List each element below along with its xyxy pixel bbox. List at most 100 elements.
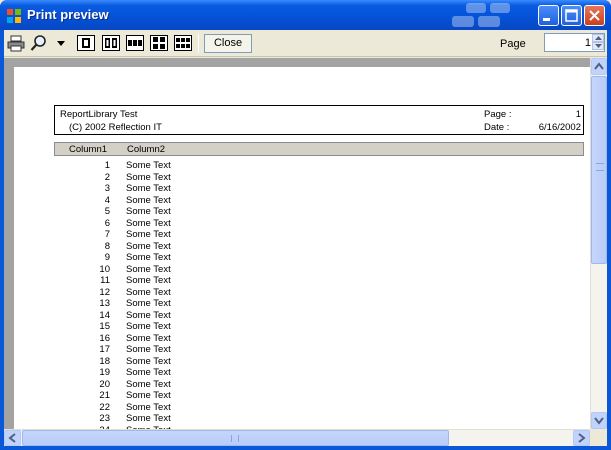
row-number: 13 — [99, 298, 110, 309]
table-row: 4 Some Text — [54, 195, 354, 207]
row-number: 9 — [104, 252, 110, 263]
preview-page: ReportLibrary Test (C) 2002 Reflection I… — [14, 67, 590, 429]
chevron-down-icon — [594, 417, 604, 425]
six-pages-icon[interactable] — [174, 35, 192, 51]
scroll-right-button[interactable] — [573, 430, 590, 446]
row-number: 11 — [100, 275, 110, 286]
row-number: 8 — [104, 240, 110, 252]
close-button[interactable]: Close — [204, 34, 252, 53]
preview-area[interactable]: ReportLibrary Test (C) 2002 Reflection I… — [4, 58, 607, 446]
scroll-down-button[interactable] — [591, 412, 607, 429]
row-text: Some Text — [126, 355, 171, 367]
vertical-scroll-thumb[interactable] — [591, 76, 607, 264]
table-row: 8 Some Text — [54, 241, 354, 253]
report-title: ReportLibrary Test — [60, 109, 138, 120]
maximize-button[interactable] — [561, 5, 582, 26]
row-text: Some Text — [126, 217, 171, 229]
toolbar-separator — [198, 34, 199, 53]
horizontal-scrollbar[interactable] — [4, 429, 590, 446]
vertical-scrollbar[interactable] — [590, 58, 607, 429]
page-number-input[interactable] — [547, 35, 591, 50]
windows-logo-decoration — [452, 3, 510, 27]
scrollbar-corner — [590, 429, 607, 446]
report-page-value: 1 — [575, 109, 581, 120]
three-pages-icon[interactable] — [126, 35, 144, 51]
row-number: 18 — [99, 355, 110, 367]
row-number: 1 — [104, 160, 110, 171]
scroll-left-button[interactable] — [4, 430, 21, 446]
row-text: Some Text — [126, 413, 171, 424]
row-number: 10 — [99, 263, 110, 275]
table-row: 9 Some Text — [54, 252, 354, 264]
page-stepper[interactable] — [544, 33, 605, 52]
grip-icon — [231, 435, 239, 442]
table-row: 7 Some Text — [54, 229, 354, 241]
row-number: 17 — [99, 344, 110, 355]
row-number: 22 — [99, 401, 110, 413]
chevron-left-icon — [8, 433, 16, 443]
two-pages-icon[interactable] — [102, 35, 120, 51]
row-number: 19 — [99, 367, 110, 378]
row-number: 16 — [99, 332, 110, 344]
row-number: 23 — [99, 413, 110, 424]
printer-icon[interactable] — [7, 34, 25, 53]
table-row: 20 Some Text — [54, 379, 354, 391]
table-row: 12 Some Text — [54, 287, 354, 299]
zoom-icon[interactable] — [30, 34, 48, 53]
app-icon — [7, 9, 21, 23]
chevron-down-icon — [595, 44, 602, 48]
row-text: Some Text — [126, 252, 171, 263]
row-text: Some Text — [126, 263, 171, 275]
table-row: 14 Some Text — [54, 310, 354, 322]
close-window-button[interactable] — [584, 5, 605, 26]
scroll-up-button[interactable] — [591, 58, 607, 75]
row-number: 4 — [104, 194, 110, 206]
row-text: Some Text — [126, 344, 171, 355]
four-pages-icon[interactable] — [150, 35, 168, 51]
table-row: 19 Some Text — [54, 367, 354, 379]
row-text: Some Text — [126, 378, 171, 390]
table-row: 5 Some Text — [54, 206, 354, 218]
table-row: 23 Some Text — [54, 413, 354, 425]
horizontal-scroll-thumb[interactable] — [22, 430, 449, 446]
table-row: 3 Some Text — [54, 183, 354, 195]
chevron-up-icon — [595, 36, 602, 40]
row-text: Some Text — [126, 321, 171, 332]
one-page-icon[interactable] — [77, 35, 95, 51]
table-row: 17 Some Text — [54, 344, 354, 356]
print-preview-window: Print preview Close Page 1 ReportLibrary… — [0, 0, 611, 450]
table-row: 13 Some Text — [54, 298, 354, 310]
row-text: Some Text — [126, 229, 171, 240]
spin-up-button[interactable] — [592, 34, 604, 42]
minimize-icon — [543, 18, 550, 21]
report-copyright: (C) 2002 Reflection IT — [69, 122, 162, 133]
table-row: 10 Some Text — [54, 264, 354, 276]
row-number: 6 — [104, 217, 110, 229]
client-area: Close Page ReportLibrary Test (C) 2002 R… — [4, 30, 607, 446]
dropdown-arrow-icon[interactable] — [57, 41, 65, 46]
row-text: Some Text — [126, 171, 171, 183]
spin-down-button[interactable] — [592, 42, 604, 50]
row-text: Some Text — [126, 194, 171, 206]
row-number: 7 — [104, 229, 110, 240]
row-text: Some Text — [126, 401, 171, 413]
row-text: Some Text — [126, 240, 171, 252]
row-number: 14 — [99, 309, 110, 321]
column1-header: Column1 — [69, 144, 108, 155]
chevron-right-icon — [578, 433, 586, 443]
column2-header: Column2 — [127, 144, 166, 155]
row-text: Some Text — [126, 275, 171, 286]
title-bar[interactable]: Print preview — [0, 0, 611, 30]
table-row: 16 Some Text — [54, 333, 354, 345]
table-row: 2 Some Text — [54, 172, 354, 184]
minimize-button[interactable] — [538, 5, 559, 26]
row-number: 3 — [104, 183, 110, 194]
row-text: Some Text — [126, 286, 171, 298]
column-header-row: Column1 Column2 — [54, 142, 584, 156]
window-title: Print preview — [27, 7, 109, 22]
chevron-up-icon — [594, 62, 604, 70]
row-text: Some Text — [126, 332, 171, 344]
table-row: 6 Some Text — [54, 218, 354, 230]
row-text: Some Text — [126, 298, 171, 309]
row-text: Some Text — [126, 183, 171, 194]
